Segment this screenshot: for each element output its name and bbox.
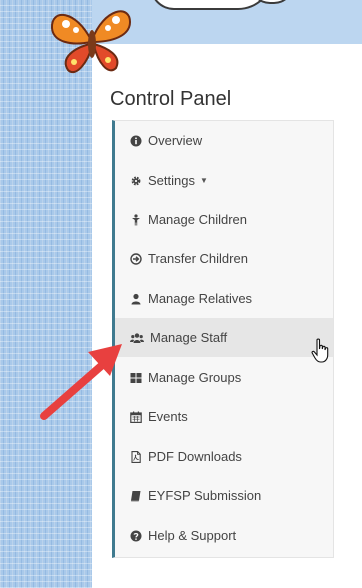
child-icon: [132, 213, 140, 225]
menu-item-manage-children[interactable]: Manage Children: [115, 200, 333, 239]
menu-item-overview[interactable]: Overview: [115, 121, 333, 160]
question-circle-icon: [130, 530, 142, 541]
menu-item-help-support[interactable]: Help & Support: [115, 516, 333, 555]
menu-item-label: Events: [148, 409, 188, 424]
menu-item-manage-relatives[interactable]: Manage Relatives: [115, 279, 333, 318]
menu-item-label: Settings: [148, 173, 195, 188]
menu-item-pdf-downloads[interactable]: PDF Downloads: [115, 437, 333, 476]
control-panel-menu: Overview Settings ▼ Manage Children Tran…: [112, 120, 334, 558]
user-icon: [131, 293, 141, 304]
menu-item-events[interactable]: Events: [115, 397, 333, 436]
menu-item-label: PDF Downloads: [148, 449, 242, 464]
annotation-arrow-icon: [40, 344, 122, 420]
book-icon: [131, 490, 141, 501]
menu-item-label: Manage Children: [148, 212, 248, 227]
menu-item-label: Overview: [148, 133, 203, 148]
menu-item-label: Help & Support: [148, 528, 237, 543]
pdf-file-icon: [131, 450, 141, 463]
menu-item-label: Transfer Children: [148, 251, 248, 266]
arrow-circle-icon: [130, 252, 142, 265]
butterfly-logo-icon: [50, 10, 132, 73]
menu-item-transfer-children[interactable]: Transfer Children: [115, 239, 333, 278]
chevron-down-icon: ▼: [199, 176, 208, 185]
hand-pointer-cursor-icon: [311, 338, 329, 363]
menu-item-label: EYFSP Submission: [148, 488, 262, 503]
menu-item-manage-groups[interactable]: Manage Groups: [115, 358, 333, 397]
menu-item-manage-staff[interactable]: Manage Staff: [115, 318, 333, 357]
page-title: Control Panel: [110, 88, 232, 110]
menu-item-label: Manage Groups: [148, 370, 242, 385]
gear-icon: [131, 176, 141, 185]
menu-item-label: Manage Staff: [150, 330, 228, 345]
menu-item-eyfsp-submission[interactable]: EYFSP Submission: [115, 476, 333, 515]
menu-item-label: Manage Relatives: [148, 291, 253, 306]
info-circle-icon: [130, 135, 142, 146]
menu-item-settings[interactable]: Settings ▼: [115, 161, 333, 200]
